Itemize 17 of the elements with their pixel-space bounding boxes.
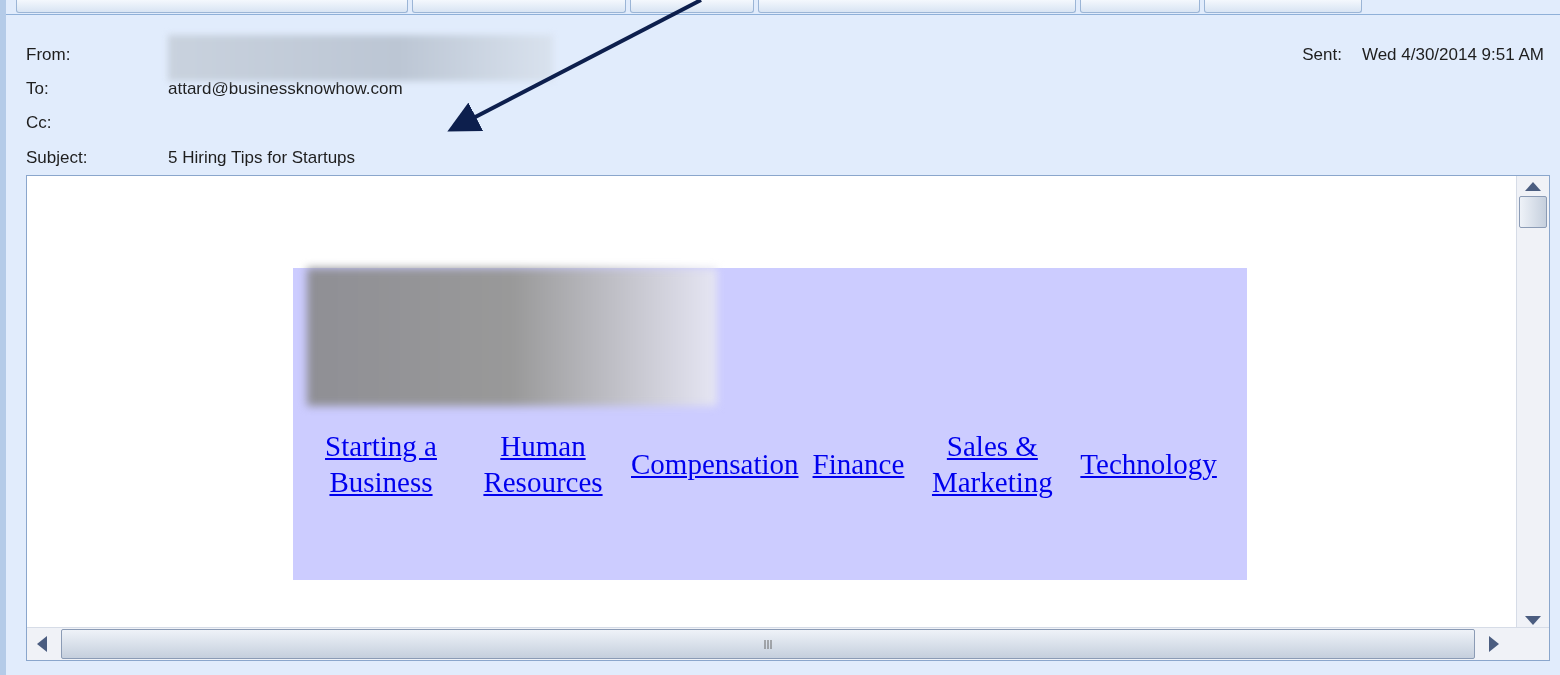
scroll-up-icon[interactable] [1524, 180, 1542, 192]
field-value: 5 Hiring Tips for Startups [168, 147, 356, 168]
field-label: To: [26, 79, 50, 100]
nav-link[interactable]: Technology [1080, 446, 1217, 482]
field-label: Subject: [26, 147, 89, 168]
toolbar-tab[interactable] [630, 0, 754, 13]
nav-link[interactable]: Compensation [631, 446, 799, 482]
field-label: From: [26, 44, 72, 65]
nav-link[interactable]: Sales & Marketing [918, 428, 1067, 500]
sent-label: Sent: [1302, 45, 1342, 65]
nav-link[interactable]: Starting a Business [307, 428, 455, 500]
field-label: Cc: [26, 113, 53, 134]
nav-link[interactable]: Human Resources [469, 428, 617, 500]
field-value: attard@businessknowhow.com [168, 79, 403, 100]
nav-link[interactable]: Finance [812, 446, 905, 482]
grip-icon [763, 639, 773, 649]
sent-value: Wed 4/30/2014 9:51 AM [1361, 45, 1544, 65]
